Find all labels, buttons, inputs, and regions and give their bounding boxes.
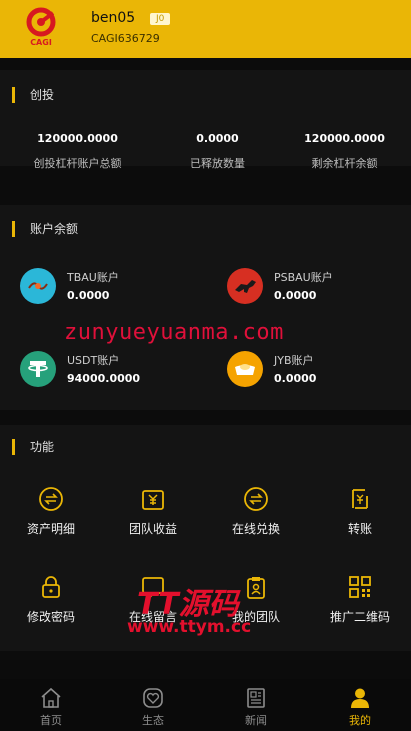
account-name: TBAU账户 [67,271,119,284]
func-label: 资产明细 [26,522,75,536]
home-icon [40,687,62,709]
tab-label: 我的 [349,714,371,727]
profile-header: CAGI ben05 J0 CAGI636729 [0,0,411,58]
tab-mine[interactable]: 我的 [309,679,411,731]
account-amount: 0.0000 [274,289,317,302]
level-badge: J0 [150,13,171,25]
account-usdt[interactable]: USDT账户 94000.0000 [20,351,200,391]
svg-text:CAGI: CAGI [30,38,52,47]
cagi-logo: CAGI [24,7,60,47]
tab-label: 生态 [142,714,164,727]
func-team-earnings[interactable]: 团队收益 [102,486,204,546]
title-accent-bar [12,439,15,455]
title-accent-bar [12,221,15,237]
tbau-icon [20,268,56,304]
heart-icon [142,687,164,709]
account-amount: 0.0000 [67,289,110,302]
balance-card: 账户余额 TBAU账户 0.0000 PSBAU账户 0.0000 USDT账户… [0,205,411,410]
tab-label: 新闻 [245,714,267,727]
usdt-tether-icon [20,351,56,387]
psbau-horse-icon [227,268,263,304]
user-icon [349,687,371,709]
func-online-exchange[interactable]: 在线兑换 [205,486,307,546]
news-icon [245,687,267,709]
account-name: JYB账户 [274,354,314,367]
stat-label: 已释放数量 [190,157,245,170]
func-transfer[interactable]: 转账 [309,486,411,546]
func-referral-qr[interactable]: 推广二维码 [309,574,411,634]
username: ben05 [91,10,136,26]
account-amount: 94000.0000 [67,372,141,385]
stat-value: 0.0000 [196,132,239,145]
tab-ecosystem[interactable]: 生态 [102,679,204,731]
account-tbau[interactable]: TBAU账户 0.0000 [20,268,200,308]
yen-wallet-icon [140,486,166,512]
account-amount: 0.0000 [274,372,317,385]
stat-remaining: 120000.0000 剩余杠杆余额 [276,132,411,171]
func-change-password[interactable]: 修改密码 [0,574,102,634]
func-label: 转账 [347,522,372,536]
stat-total: 120000.0000 创投杠杆账户总额 [9,132,146,171]
account-name: PSBAU账户 [274,271,333,284]
func-label: 推广二维码 [329,610,390,624]
account-name: USDT账户 [67,354,120,367]
functions-title-text: 功能 [30,440,55,454]
balance-title-text: 账户余额 [30,222,79,236]
account-psbau[interactable]: PSBAU账户 0.0000 [227,268,407,308]
exchange-icon [38,486,64,512]
account-jyb[interactable]: JYB账户 0.0000 [227,351,407,391]
watermark-site: www.ttym.cc [127,617,252,637]
func-label: 在线兑换 [231,522,280,536]
gold-ingot-icon [227,351,263,387]
stat-value: 120000.0000 [37,132,118,145]
tab-label: 首页 [40,714,62,727]
bottom-tab-bar: 首页 生态 新闻 我的 [0,679,411,731]
title-accent-bar [12,87,15,103]
user-id: CAGI636729 [91,32,160,45]
watermark-url: zunyueyuanma.com [64,320,284,345]
func-label: 修改密码 [26,610,75,624]
exchange-icon [243,486,269,512]
tab-news[interactable]: 新闻 [205,679,307,731]
invest-title-text: 创投 [30,88,55,102]
tab-home[interactable]: 首页 [0,679,102,731]
stat-released: 0.0000 已释放数量 [149,132,286,171]
qr-code-icon [347,574,373,600]
lock-icon [38,574,64,600]
team-clipboard-icon [243,574,269,600]
transfer-icon [347,486,373,512]
stat-label: 剩余杠杆余额 [311,157,378,170]
stat-label: 创投杠杆账户总额 [33,157,122,170]
stat-value: 120000.0000 [304,132,385,145]
invest-card: 创投 120000.0000 创投杠杆账户总额 0.0000 已释放数量 120… [0,70,411,170]
func-asset-details[interactable]: 资产明细 [0,486,102,546]
func-label: 团队收益 [128,522,177,536]
